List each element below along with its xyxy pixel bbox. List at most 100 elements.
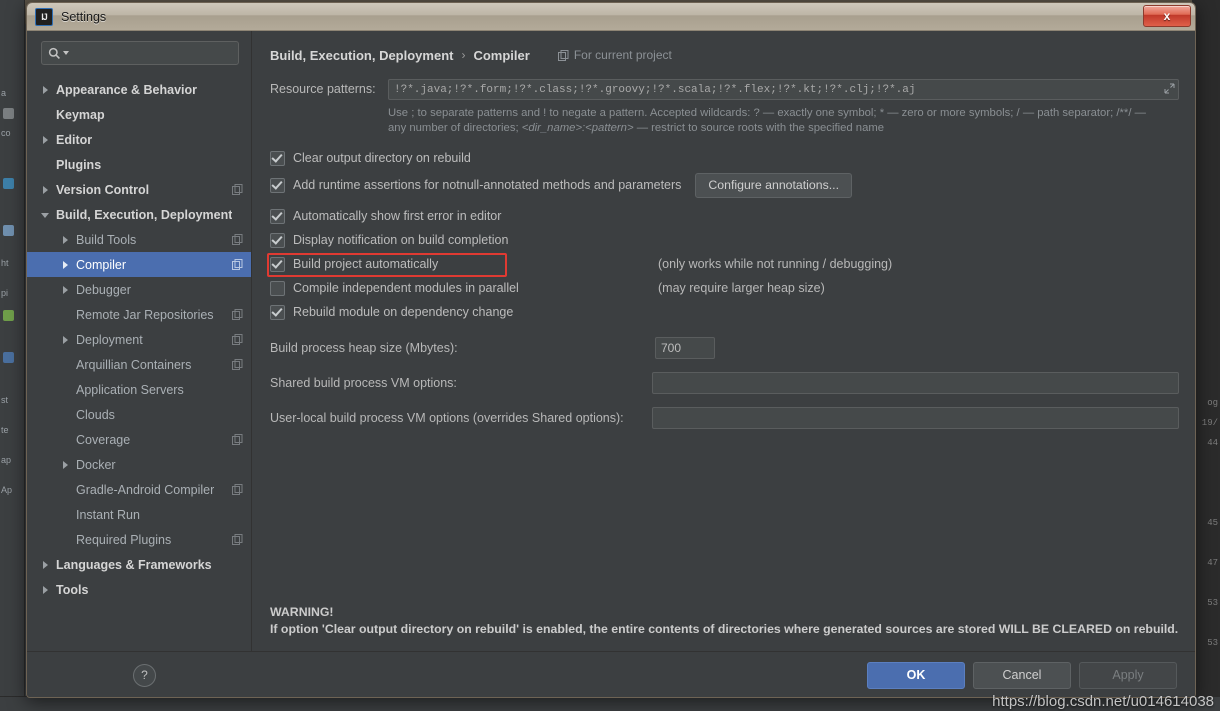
intellij-idea-icon: IJ (35, 7, 53, 26)
breadcrumb: Build, Execution, Deployment › Compiler … (270, 45, 1179, 65)
checkbox-label[interactable]: Automatically show first error in editor (293, 209, 501, 223)
dialog-footer: ? OK Cancel Apply (27, 651, 1195, 697)
resource-patterns-label: Resource patterns: (270, 82, 376, 96)
search-input[interactable] (73, 45, 232, 61)
checkbox-label[interactable]: Clear output directory on rebuild (293, 151, 471, 165)
dialog-body: Appearance & Behavior Keymap Editor Plugins… (27, 31, 1195, 697)
sidebar-item-build-tools[interactable]: Build Tools (27, 227, 251, 252)
checkbox-label[interactable]: Add runtime assertions for notnull-annot… (293, 178, 681, 192)
sidebar-item-label: Build Tools (76, 232, 137, 247)
chevron-right-icon[interactable] (61, 460, 71, 470)
chevron-down-icon[interactable] (62, 49, 70, 57)
chevron-right-icon[interactable] (41, 85, 51, 95)
sidebar-item-coverage[interactable]: Coverage (27, 427, 251, 452)
sidebar-item-docker[interactable]: Docker (27, 452, 251, 477)
background-icon (3, 310, 14, 321)
sidebar-item-arquillian-containers[interactable]: Arquillian Containers (27, 352, 251, 377)
background-icon (3, 178, 14, 189)
sidebar-item-debugger[interactable]: Debugger (27, 277, 251, 302)
sidebar-item-keymap[interactable]: Keymap (27, 102, 251, 127)
checkbox-compile-independent-modules-in-parallel[interactable] (270, 280, 285, 296)
ok-button[interactable]: OK (867, 661, 965, 689)
heap-size-input[interactable] (655, 337, 715, 359)
background-line-number: 44 (1207, 438, 1218, 448)
close-icon[interactable]: x (1143, 5, 1191, 27)
user-vm-options-input[interactable] (651, 407, 1179, 429)
sidebar-item-version-control[interactable]: Version Control (27, 177, 251, 202)
sidebar-item-instant-run[interactable]: Instant Run (27, 502, 251, 527)
sidebar-item-build-execution-deployment[interactable]: Build, Execution, Deployment (27, 202, 251, 227)
window-controls: x (1143, 5, 1191, 27)
chevron-right-icon[interactable] (41, 185, 51, 195)
checkbox-automatically-show-first-error-in-editor[interactable] (270, 208, 285, 224)
chevron-right-icon[interactable] (61, 285, 71, 295)
sidebar-item-label: Compiler (76, 257, 127, 272)
checkbox-label[interactable]: Build project automatically (293, 257, 438, 271)
chevron-right-icon[interactable] (41, 560, 51, 570)
checkbox-row: Build project automatically (only works w… (267, 252, 1179, 277)
sidebar-item-gradle-android-compiler[interactable]: Gradle-Android Compiler (27, 477, 251, 502)
sidebar-item-clouds[interactable]: Clouds (27, 402, 251, 427)
chevron-right-icon[interactable] (41, 585, 51, 595)
sidebar-item-appearance-behavior[interactable]: Appearance & Behavior (27, 77, 251, 102)
dialog-content: Appearance & Behavior Keymap Editor Plugins… (27, 31, 1195, 652)
checkbox-row: Rebuild module on dependency change (270, 300, 1179, 324)
chevron-right-icon[interactable] (41, 135, 51, 145)
warning-text: WARNING! If option 'Clear output directo… (270, 604, 1179, 638)
copy-scope-icon (232, 334, 243, 345)
sidebar-item-application-servers[interactable]: Application Servers (27, 377, 251, 402)
sidebar-item-editor[interactable]: Editor (27, 127, 251, 152)
settings-dialog: IJ Settings x Appearance & Behavior Keym… (26, 2, 1196, 698)
sidebar-item-deployment[interactable]: Deployment (27, 327, 251, 352)
background-text-fragment: Ap (1, 485, 13, 495)
shared-vm-options-input[interactable] (651, 372, 1179, 394)
chevron-down-icon[interactable] (41, 210, 51, 220)
chevron-right-icon[interactable] (61, 335, 71, 345)
background-line-number: 45 (1207, 518, 1218, 528)
chevron-right-icon[interactable] (61, 235, 71, 245)
copy-scope-icon (232, 534, 243, 545)
background-line-number: 53 (1207, 598, 1218, 608)
sidebar-item-languages-frameworks[interactable]: Languages & Frameworks (27, 552, 251, 577)
cancel-button[interactable]: Cancel (973, 661, 1071, 689)
expand-field-icon[interactable] (1164, 83, 1175, 94)
help-button[interactable]: ? (133, 663, 156, 687)
chevron-right-icon[interactable] (61, 260, 71, 270)
sidebar-item-label: Editor (56, 132, 93, 147)
configure-annotations-button[interactable]: Configure annotations... (695, 172, 852, 198)
sidebar-item-tools[interactable]: Tools (27, 577, 251, 602)
checkbox-label[interactable]: Rebuild module on dependency change (293, 305, 513, 319)
warning-body: If option 'Clear output directory on reb… (270, 622, 1179, 636)
compiler-settings-pane: Build, Execution, Deployment › Compiler … (252, 31, 1195, 652)
hint-line-2-pre: any number of directories; (388, 122, 519, 134)
sidebar-item-plugins[interactable]: Plugins (27, 152, 251, 177)
sidebar-item-label: Instant Run (76, 507, 140, 522)
checkbox-label[interactable]: Compile independent modules in parallel (293, 281, 519, 295)
checkbox-add-runtime-assertions-for-notnull-annotated-methods-and-parameters[interactable] (270, 177, 285, 193)
compiler-options-list: Clear output directory on rebuild Add run… (267, 146, 1179, 324)
sidebar-item-remote-jar-repositories[interactable]: Remote Jar Repositories (27, 302, 251, 327)
sidebar-item-required-plugins[interactable]: Required Plugins (27, 527, 251, 552)
checkbox-rebuild-module-on-dependency-change[interactable] (270, 304, 285, 320)
apply-button[interactable]: Apply (1079, 661, 1177, 689)
background-text-fragment: ap (1, 455, 12, 465)
checkbox-label[interactable]: Display notification on build completion (293, 233, 508, 247)
background-icon (3, 352, 14, 363)
checkbox-display-notification-on-build-completion[interactable] (270, 232, 285, 248)
hint-line-2-post: — restrict to source roots with the spec… (636, 122, 885, 134)
heap-size-label: Build process heap size (Mbytes): (270, 341, 458, 355)
sidebar-item-label: Application Servers (76, 382, 184, 397)
copy-scope-icon (557, 49, 569, 61)
project-scope-label: For current project (573, 48, 672, 62)
sidebar-item-label: Remote Jar Repositories (76, 307, 214, 322)
search-box[interactable] (41, 41, 239, 65)
checkbox-build-project-automatically[interactable] (270, 256, 285, 272)
resource-patterns-input[interactable]: !?*.java;!?*.form;!?*.class;!?*.groovy;!… (388, 79, 1179, 100)
sidebar-item-compiler[interactable]: Compiler (27, 252, 251, 277)
dialog-titlebar[interactable]: IJ Settings x (27, 3, 1195, 31)
checkbox-clear-output-directory-on-rebuild[interactable] (270, 150, 285, 166)
